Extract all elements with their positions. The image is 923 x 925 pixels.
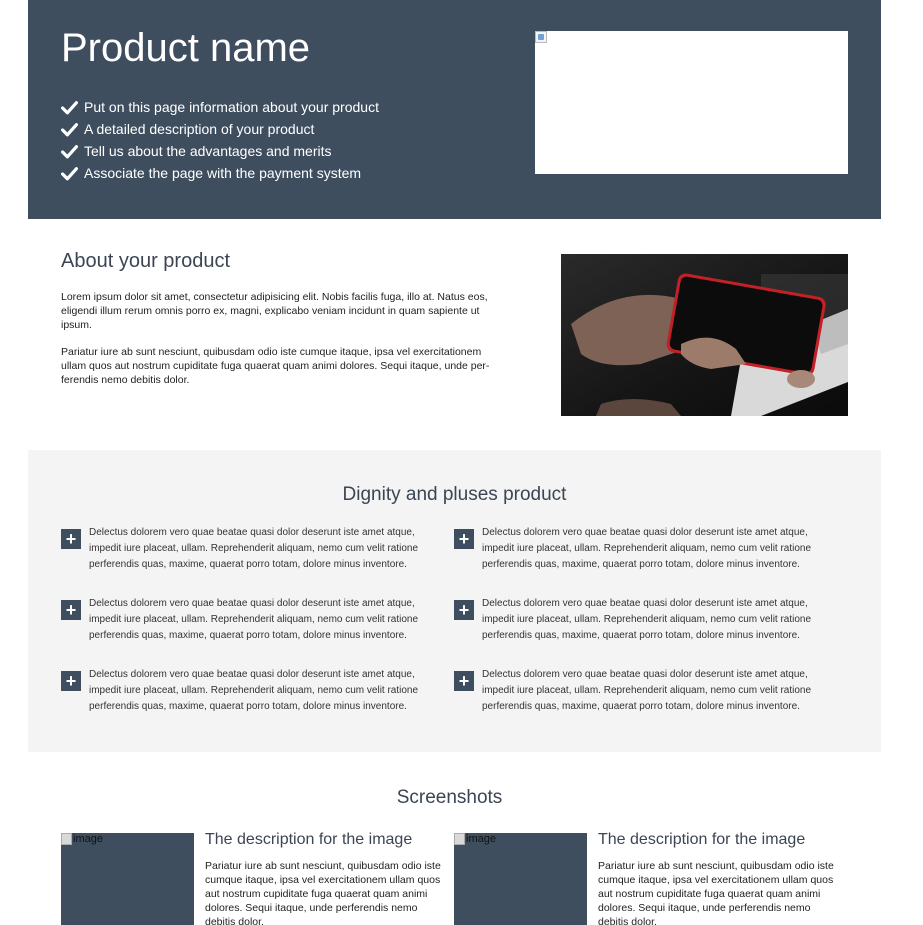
broken-image-icon	[535, 31, 547, 43]
plus-icon: +	[61, 671, 81, 691]
dignity-section: Dignity and pluses product + Delectus do…	[28, 450, 881, 752]
feature-item: A detailed description of your product	[61, 118, 379, 140]
about-paragraph: Pariatur iure ab sunt nesciunt, quibusda…	[61, 346, 490, 386]
advantage-text: Delectus dolorem vero quae beatae quasi …	[482, 527, 812, 570]
feature-text: Tell us about the advantages and merits	[84, 143, 332, 159]
plus-icon: +	[454, 600, 474, 620]
feature-text: A detailed description of your product	[84, 121, 315, 137]
advantage-text: Delectus dolorem vero quae beatae quasi …	[482, 598, 812, 641]
feature-text: Put on this page information about your …	[84, 99, 379, 115]
screenshot-text: Pariatur iure ab sunt nesciunt, quibusda…	[598, 860, 834, 925]
feature-item: Associate the page with the payment syst…	[61, 162, 379, 184]
check-icon	[61, 100, 78, 114]
screenshot-title: The description for the image	[598, 831, 806, 848]
advantage-text: Delectus dolorem vero quae beatae quasi …	[89, 527, 419, 570]
about-paragraph: Lorem ipsum dolor sit amet, consectetur …	[61, 291, 488, 331]
check-icon	[61, 166, 78, 180]
screenshots-section: Screenshots image The description for th…	[28, 752, 881, 925]
product-photo	[561, 254, 848, 416]
page-title: Product name	[61, 26, 311, 70]
advantage-text: Delectus dolorem vero quae beatae quasi …	[89, 669, 419, 712]
hero-section: Product name Put on this page informatio…	[28, 0, 881, 219]
screenshot-image: image	[61, 833, 194, 925]
advantage-text: Delectus dolorem vero quae beatae quasi …	[89, 598, 419, 641]
plus-icon: +	[61, 600, 81, 620]
image-alt-text: image	[61, 833, 103, 845]
landing-page: Product name Put on this page informatio…	[28, 0, 881, 925]
feature-text: Associate the page with the payment syst…	[84, 165, 362, 181]
screenshot-text: Pariatur iure ab sunt nesciunt, quibusda…	[205, 860, 441, 925]
check-icon	[61, 144, 78, 158]
feature-list: Put on this page information about your …	[61, 96, 379, 184]
screenshot-image: image	[454, 833, 587, 925]
phone-in-hand-image	[561, 254, 848, 416]
dignity-title: Dignity and pluses product	[342, 484, 567, 505]
check-icon	[61, 122, 78, 136]
image-alt-text: image	[454, 833, 496, 845]
plus-icon: +	[454, 529, 474, 549]
advantage-text: Delectus dolorem vero quae beatae quasi …	[482, 669, 812, 712]
feature-item: Put on this page information about your …	[61, 96, 379, 118]
about-title: About your product	[61, 250, 230, 272]
about-section: About your product Lorem ipsum dolor sit…	[28, 219, 881, 450]
plus-icon: +	[454, 671, 474, 691]
plus-icon: +	[61, 529, 81, 549]
screenshot-title: The description for the image	[205, 831, 413, 848]
screenshots-title: Screenshots	[396, 787, 503, 808]
feature-item: Tell us about the advantages and merits	[61, 140, 379, 162]
hero-image	[535, 31, 848, 174]
